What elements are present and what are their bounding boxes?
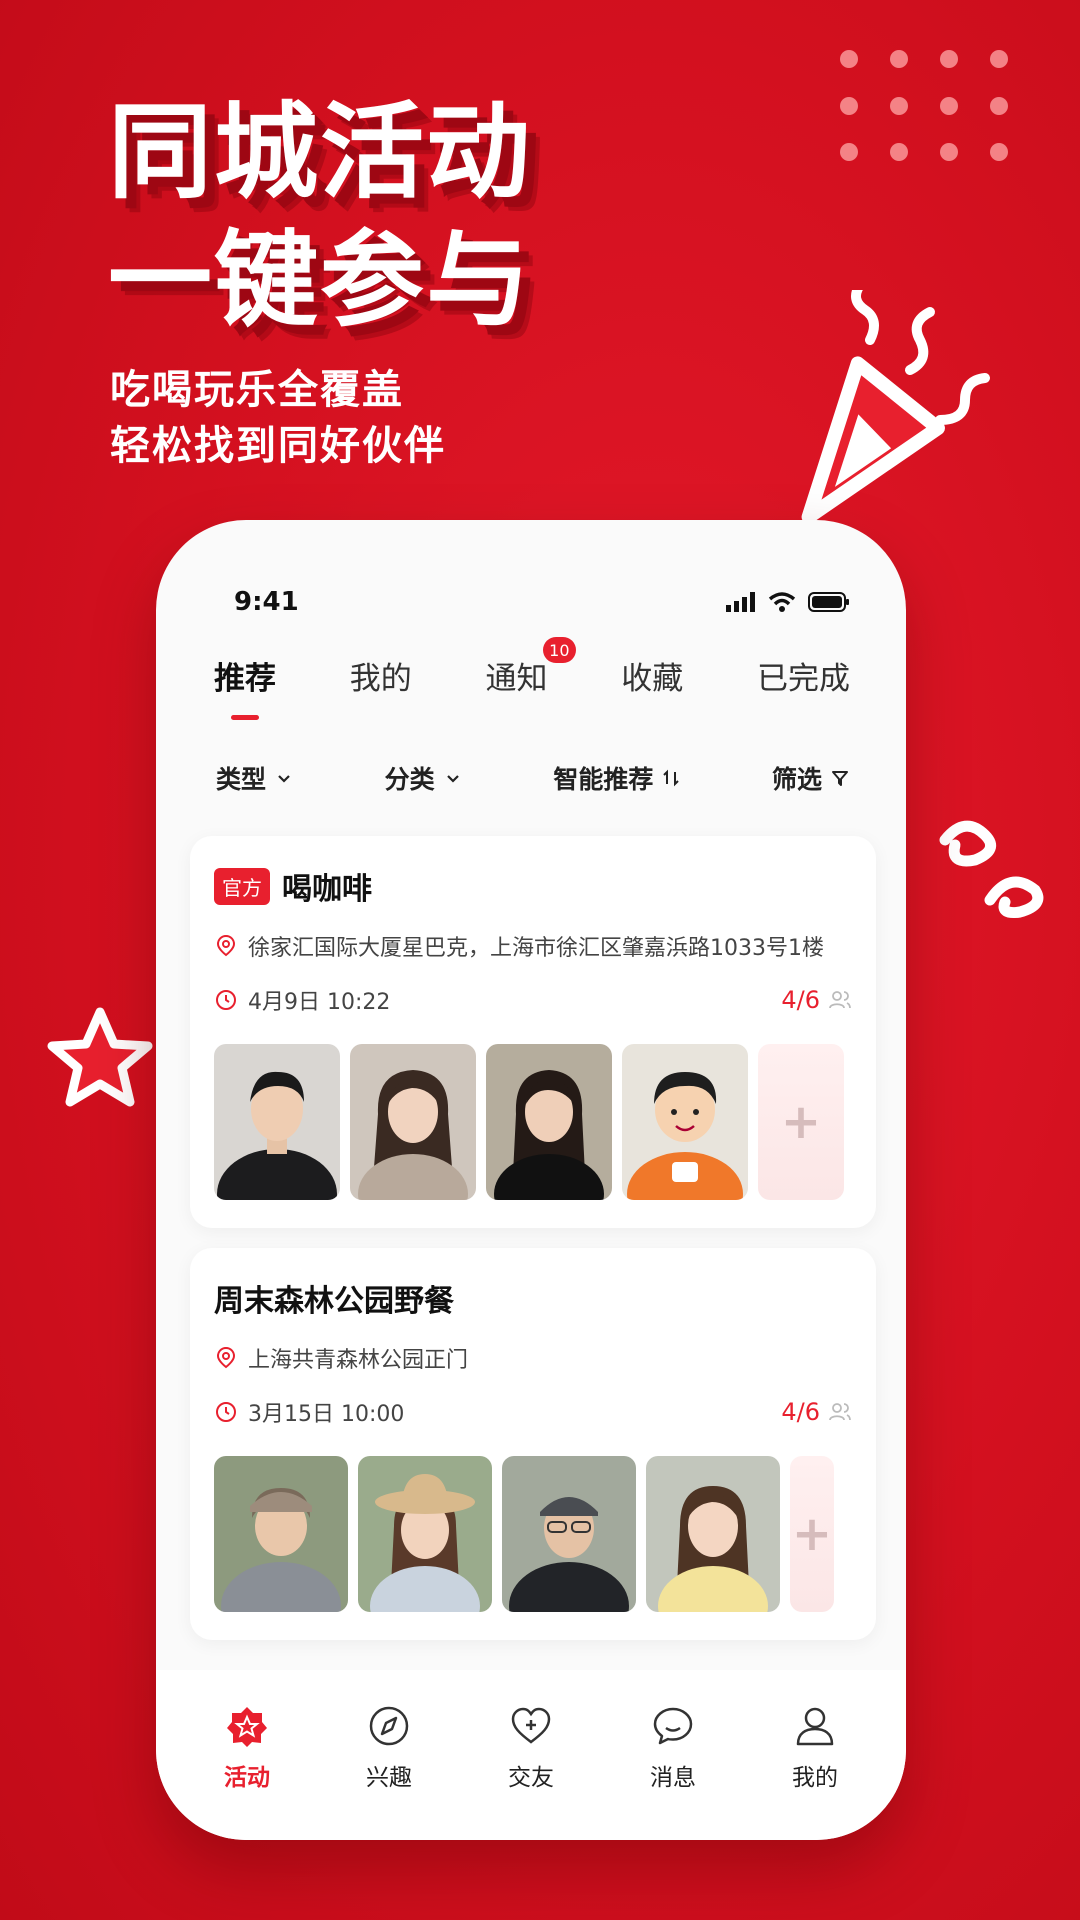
participant-avatars: + [214, 1456, 852, 1612]
location-pin-icon [216, 934, 236, 957]
filter-category[interactable]: 分类 [385, 760, 463, 796]
avatar[interactable] [622, 1044, 748, 1200]
wifi-icon [768, 592, 796, 612]
filter-smart-recommend[interactable]: 智能推荐 [553, 760, 681, 796]
tab-recommend[interactable]: 推荐 [214, 653, 276, 720]
tab-bar: 推荐 我的 通知 10 收藏 已完成 [156, 637, 906, 720]
status-bar: 9:41 [156, 520, 906, 640]
filter-screen[interactable]: 筛选 [772, 760, 850, 796]
battery-icon [808, 592, 849, 612]
activity-title: 喝咖啡 [282, 872, 372, 907]
participant-count: 4/6 [781, 1398, 852, 1426]
funnel-icon [831, 771, 848, 786]
clock-icon [216, 990, 236, 1010]
avatar[interactable] [646, 1456, 780, 1612]
filter-type[interactable]: 类型 [216, 760, 294, 796]
avatar[interactable] [214, 1456, 348, 1612]
official-tag: 官方 [214, 867, 270, 905]
avatar[interactable] [358, 1456, 492, 1612]
headline-line-2: 一键参与 [108, 219, 533, 341]
headline-line-1: 同城活动 [108, 91, 533, 213]
chevron-down-icon [446, 775, 459, 783]
filter-bar: 类型 分类 智能推荐 筛选 [156, 750, 906, 806]
person-icon [796, 1707, 834, 1746]
activity-star-icon [227, 1707, 267, 1747]
tab-completed[interactable]: 已完成 [757, 653, 850, 720]
subline-line-2: 轻松找到同好伙伴 [110, 423, 446, 469]
tab-favorites[interactable]: 收藏 [621, 653, 683, 720]
avatar[interactable] [486, 1044, 612, 1200]
people-icon [829, 1403, 851, 1421]
compass-icon [369, 1706, 409, 1746]
add-participant-button[interactable]: + [758, 1044, 844, 1200]
location-pin-icon [216, 1346, 236, 1369]
party-popper-icon [801, 290, 990, 524]
chevron-down-icon [278, 775, 290, 783]
nav-me[interactable]: 我的 [755, 1704, 875, 1792]
subline-line-1: 吃喝玩乐全覆盖 [110, 367, 404, 413]
activity-card[interactable]: 周末森林公园野餐 上海共青森林公园正门 3月15日 10:00 4/6 + [190, 1248, 876, 1640]
signal-icon [726, 592, 755, 612]
nav-friends[interactable]: 交友 [471, 1704, 591, 1792]
activity-location: 上海共青森林公园正门 [214, 1342, 852, 1374]
add-participant-button[interactable]: + [790, 1456, 834, 1612]
nav-messages[interactable]: 消息 [613, 1704, 733, 1792]
sort-icon [663, 769, 680, 787]
dot-grid-decoration [840, 50, 1040, 190]
tab-mine[interactable]: 我的 [350, 653, 412, 720]
nav-interest[interactable]: 兴趣 [329, 1704, 449, 1792]
avatar[interactable] [214, 1044, 340, 1200]
people-icon [829, 991, 851, 1009]
participant-count: 4/6 [781, 986, 852, 1014]
bottom-navigation: 活动 兴趣 交友 消息 我的 [156, 1670, 906, 1840]
nav-activity[interactable]: 活动 [187, 1704, 307, 1792]
heart-icon [511, 1707, 551, 1744]
avatar[interactable] [350, 1044, 476, 1200]
chat-bubble-icon [653, 1707, 693, 1745]
avatar[interactable] [502, 1456, 636, 1612]
promo-subline: 吃喝玩乐全覆盖 轻松找到同好伙伴 [110, 362, 446, 474]
squiggle-decoration [939, 820, 1044, 918]
activity-time: 4月9日 10:22 [214, 984, 390, 1016]
star-decoration [47, 1007, 153, 1107]
notification-badge: 10 [543, 637, 576, 663]
participant-avatars: + [214, 1044, 852, 1200]
activity-location: 徐家汇国际大厦星巴克，上海市徐汇区肇嘉浜路1033号1楼 [214, 930, 852, 962]
tab-notifications[interactable]: 通知 10 [486, 637, 576, 720]
activity-card[interactable]: 官方 喝咖啡 徐家汇国际大厦星巴克，上海市徐汇区肇嘉浜路1033号1楼 4月9日… [190, 836, 876, 1228]
phone-mockup: 9:41 推荐 我的 通知 10 收藏 已完成 类型 分类 智能推荐 筛选 官方… [156, 520, 906, 1840]
status-time: 9:41 [234, 587, 299, 617]
activity-time: 3月15日 10:00 [214, 1396, 404, 1428]
promo-headline: 同城活动 一键参与 [108, 88, 532, 344]
activity-title: 周末森林公园野餐 [214, 1284, 454, 1319]
clock-icon [216, 1402, 236, 1422]
